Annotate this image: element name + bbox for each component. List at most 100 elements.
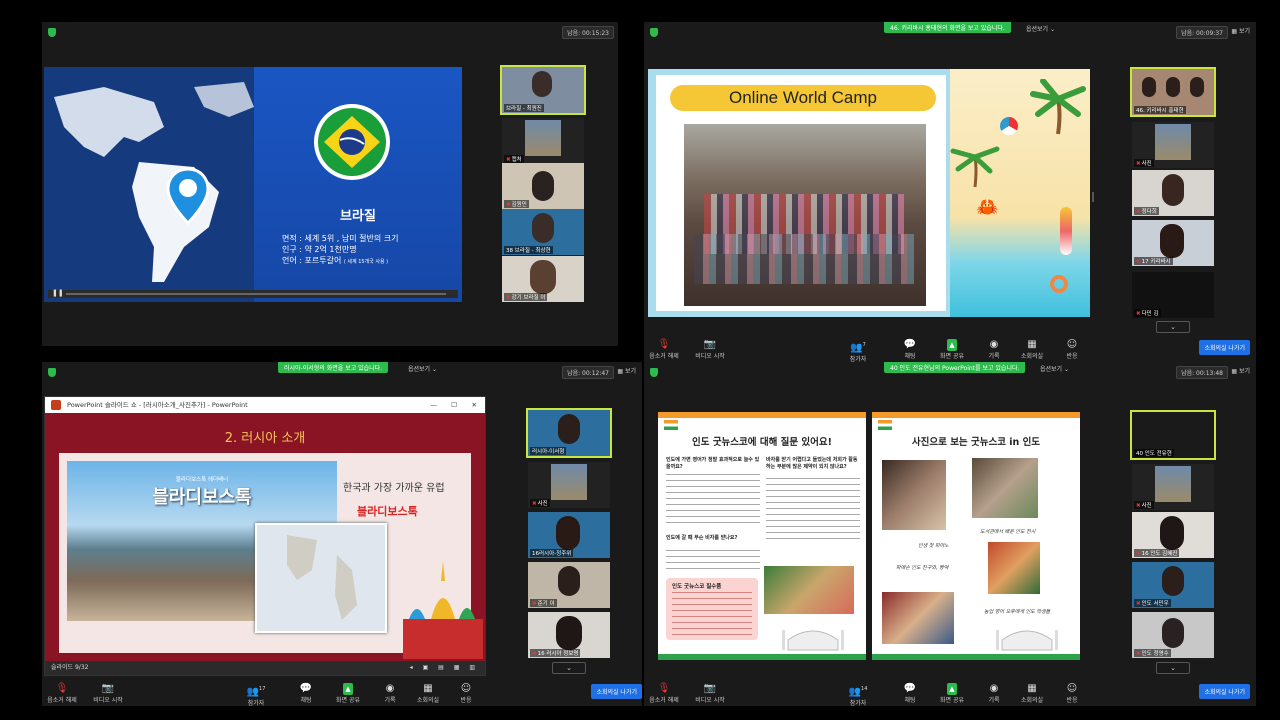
record-icon[interactable]: ◉: [990, 683, 999, 695]
thumb-2[interactable]: ✖김원민: [502, 163, 584, 209]
maximize-icon[interactable]: ☐: [451, 397, 457, 413]
leave-breakout-button[interactable]: 소회의실 나가기: [591, 684, 642, 699]
thumb-2[interactable]: ✖16 인도 김혜진: [1132, 512, 1214, 558]
thumbs-scroll-down-button[interactable]: ⌄: [1156, 662, 1190, 674]
video-progress-bar[interactable]: ❚❚: [48, 289, 458, 298]
thumb-1[interactable]: ✖캡처: [502, 118, 584, 164]
mute-button[interactable]: 🎙 음소거 해제: [644, 339, 684, 360]
pause-icon[interactable]: ❚❚: [52, 289, 64, 297]
chat-icon[interactable]: 💬: [300, 683, 312, 695]
thumb-4[interactable]: ✖강기 브라질 이: [502, 256, 584, 302]
mute-button[interactable]: 🎙 음소거 해제: [644, 683, 684, 704]
video-off-icon[interactable]: 📷: [704, 339, 716, 351]
thumb-1[interactable]: ✖사진: [528, 462, 610, 508]
view-options-label[interactable]: 옵션보기: [1026, 26, 1048, 33]
mic-off-icon[interactable]: 🎙: [658, 339, 671, 351]
breakout-button[interactable]: ▦ 소회의실: [408, 683, 448, 704]
view-options-dropdown[interactable]: 옵션보기 ⌄: [1026, 24, 1055, 33]
thumb-2[interactable]: 16러시아-정주위: [528, 512, 610, 558]
thumb-2[interactable]: ✖정다희: [1132, 170, 1214, 216]
video-button[interactable]: 📷 비디오 시작: [690, 683, 730, 704]
mic-off-icon[interactable]: 🎙: [56, 683, 69, 695]
thumb-4[interactable]: ✖인도 정영수: [1132, 612, 1214, 658]
view-button[interactable]: ▦ 보기: [1231, 26, 1250, 35]
share-screen-button[interactable]: ▲ 화면 공유: [932, 339, 972, 360]
view-options-label[interactable]: 옵션보기: [408, 366, 430, 373]
thumb-0[interactable]: 46. 키리바시 홍태현: [1130, 67, 1216, 117]
participants-icon[interactable]: 👥17: [247, 683, 266, 698]
view-button[interactable]: ▦ 보기: [617, 366, 636, 375]
record-icon[interactable]: ◉: [990, 339, 999, 351]
breakout-icon[interactable]: ▦: [1027, 339, 1036, 351]
breakout-icon[interactable]: ▦: [1027, 683, 1036, 695]
reaction-icon[interactable]: ☺: [1067, 683, 1077, 695]
thumb-3[interactable]: ✖준기 이: [528, 562, 610, 608]
chat-button[interactable]: 💬 채팅: [286, 683, 326, 704]
breakout-button[interactable]: ▦ 소회의실: [1012, 683, 1052, 704]
breakout-button[interactable]: ▦ 소회의실: [1012, 339, 1052, 360]
thumb-name: ✖김원민: [504, 200, 529, 208]
close-icon[interactable]: ✕: [472, 397, 477, 413]
chat-button[interactable]: 💬 채팅: [890, 683, 930, 704]
breakout-icon[interactable]: ▦: [423, 683, 432, 695]
thumb-1[interactable]: ✖사진: [1132, 464, 1214, 510]
chevron-down-icon[interactable]: ⌄: [1170, 323, 1176, 331]
thumbs-scroll-down-button[interactable]: ⌄: [1156, 321, 1190, 333]
thumbs-scroll-down-button[interactable]: ⌄: [552, 662, 586, 674]
record-icon[interactable]: ◉: [386, 683, 395, 695]
minimize-icon[interactable]: —: [431, 397, 438, 413]
share-screen-button[interactable]: ▲ 화면 공유: [932, 683, 972, 704]
thumb-4[interactable]: ✖16 러시아 정보명: [528, 612, 610, 658]
chat-icon[interactable]: 💬: [904, 683, 916, 695]
view-button-label[interactable]: 보기: [1239, 368, 1250, 375]
chat-icon[interactable]: 💬: [904, 339, 916, 351]
scroll-indicator[interactable]: [1092, 192, 1094, 202]
leave-breakout-button[interactable]: 소회의실 나가기: [1199, 340, 1250, 355]
participants-icon[interactable]: 👥14: [849, 683, 868, 698]
thumb-3[interactable]: 38 브라질 - 최상현: [502, 209, 584, 255]
leave-breakout-button[interactable]: 소회의실 나가기: [1199, 684, 1250, 699]
reaction-button[interactable]: ☺ 반응: [446, 683, 486, 704]
participants-button[interactable]: 👥7 참가자: [838, 339, 878, 363]
participants-icon[interactable]: 👥7: [850, 339, 866, 354]
thumb-0[interactable]: 40 인도 전유현: [1130, 410, 1216, 460]
share-screen-icon[interactable]: ▲: [343, 683, 353, 695]
thumb-3[interactable]: ✖인도 서민우: [1132, 562, 1214, 608]
thumb-4[interactable]: ✖다민 김: [1132, 272, 1214, 318]
thumb-0[interactable]: 러시아-이서형: [526, 408, 612, 458]
view-button-label[interactable]: 보기: [1239, 28, 1250, 35]
reaction-icon[interactable]: ☺: [461, 683, 471, 695]
record-button[interactable]: ◉ 기록: [974, 683, 1014, 704]
reaction-button[interactable]: ☺ 반응: [1052, 339, 1092, 360]
participants-button[interactable]: 👥17 참가자: [236, 683, 276, 707]
slide-nav-icons[interactable]: ◂ ▣ ▤ ▦ ▥: [410, 661, 479, 675]
view-options-dropdown[interactable]: 옵션보기 ⌄: [1040, 364, 1069, 373]
mute-button[interactable]: 🎙 음소거 해제: [42, 683, 82, 704]
participants-button[interactable]: 👥14 참가자: [838, 683, 878, 707]
chevron-down-icon[interactable]: ⌄: [1170, 664, 1176, 672]
surfboard-icon: [1060, 207, 1072, 255]
reaction-icon[interactable]: ☺: [1067, 339, 1077, 351]
share-screen-button[interactable]: ▲ 화면 공유: [328, 683, 368, 704]
thumb-1[interactable]: ✖사진: [1132, 122, 1214, 168]
thumb-0[interactable]: 브라질 - 최원진: [500, 65, 586, 115]
view-options-dropdown[interactable]: 옵션보기 ⌄: [408, 364, 437, 373]
video-off-icon[interactable]: 📷: [704, 683, 716, 695]
record-button[interactable]: ◉ 기록: [370, 683, 410, 704]
view-button-label[interactable]: 보기: [625, 368, 636, 375]
thumb-3[interactable]: ✖17 키리바시: [1132, 220, 1214, 266]
share-screen-icon[interactable]: ▲: [947, 683, 957, 695]
chat-button[interactable]: 💬 채팅: [890, 339, 930, 360]
record-button[interactable]: ◉ 기록: [974, 339, 1014, 360]
ppt-title: PowerPoint 슬라이드 쇼 - [러시아소개_사진추가] - Power…: [67, 401, 248, 409]
chevron-down-icon[interactable]: ⌄: [566, 664, 572, 672]
mic-off-icon[interactable]: 🎙: [658, 683, 671, 695]
progress-track[interactable]: [66, 293, 446, 295]
view-button[interactable]: ▦ 보기: [1231, 366, 1250, 375]
video-button[interactable]: 📷 비디오 시작: [690, 339, 730, 360]
reaction-button[interactable]: ☺ 반응: [1052, 683, 1092, 704]
video-button[interactable]: 📷 비디오 시작: [88, 683, 128, 704]
video-off-icon[interactable]: 📷: [102, 683, 114, 695]
view-options-label[interactable]: 옵션보기: [1040, 366, 1062, 373]
share-screen-icon[interactable]: ▲: [947, 339, 957, 351]
